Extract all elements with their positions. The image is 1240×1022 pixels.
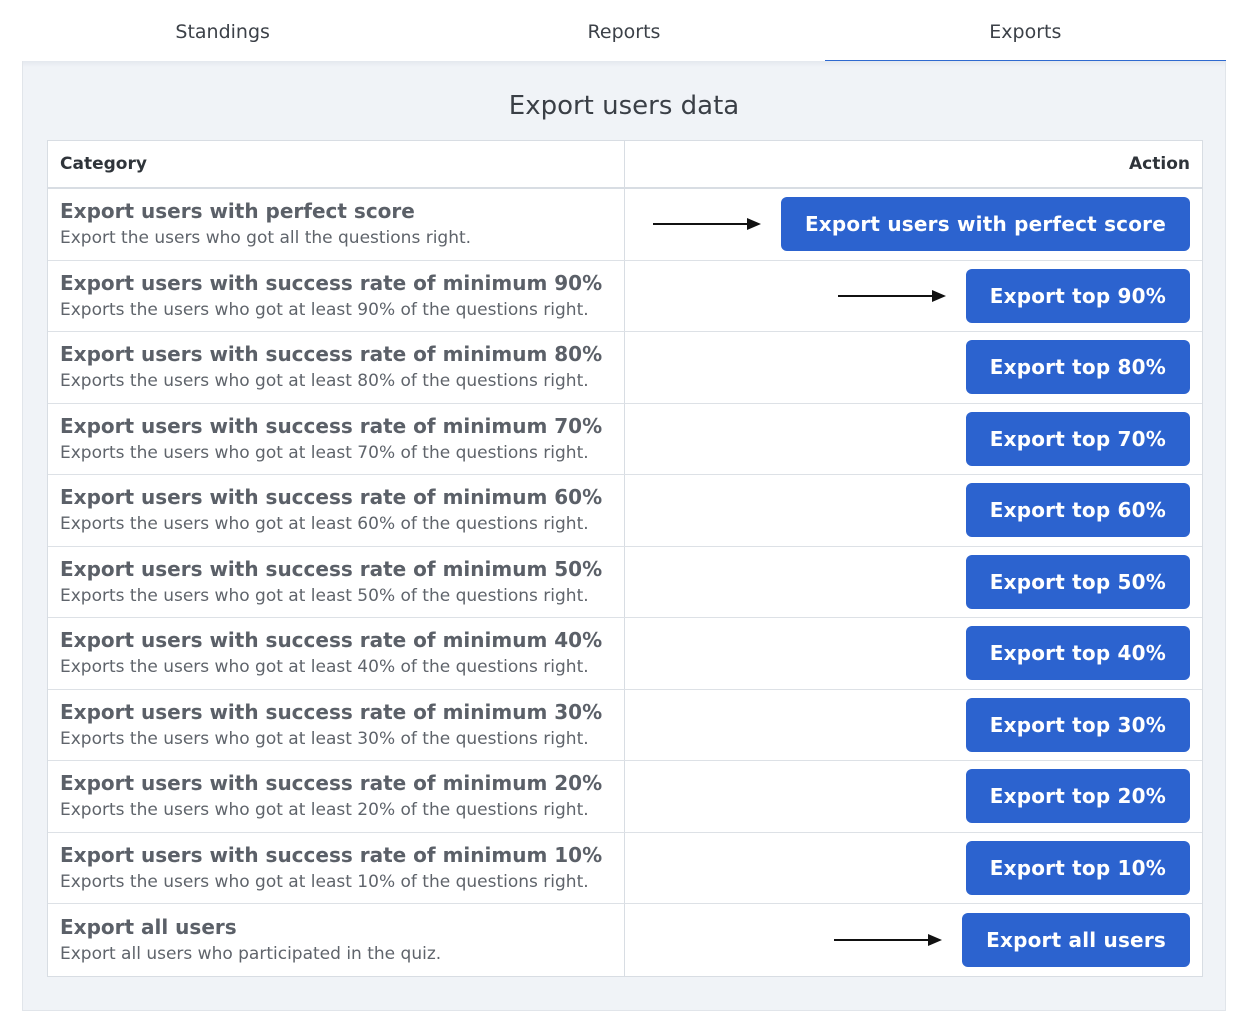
- action-cell: Export top 20%: [625, 761, 1202, 832]
- category-title: Export users with success rate of minimu…: [60, 413, 603, 438]
- category-description: Exports the users who got at least 90% o…: [60, 299, 589, 320]
- category-description: Exports the users who got at least 80% o…: [60, 371, 589, 392]
- category-description: Exports the users who got at least 60% o…: [60, 514, 589, 535]
- arrow-right-icon: [653, 218, 761, 231]
- category-title: Export users with success rate of minimu…: [60, 342, 603, 367]
- table-row: Export users with success rate of minimu…: [48, 260, 1202, 332]
- category-cell: Export all users Export all users who pa…: [48, 904, 625, 976]
- action-cell: Export all users: [625, 904, 1202, 976]
- category-description: Export the users who got all the questio…: [60, 228, 472, 249]
- table-row: Export users with perfect score Export t…: [48, 189, 1202, 261]
- action-cell: Export top 80%: [625, 332, 1202, 403]
- exports-table: Category Action Export users with perfec…: [47, 140, 1203, 977]
- action-cell: Export top 30%: [625, 690, 1202, 761]
- category-title: Export users with success rate of minimu…: [60, 270, 603, 295]
- column-header-action: Action: [1129, 154, 1190, 174]
- category-description: Exports the users who got at least 40% o…: [60, 657, 589, 678]
- tab-exports[interactable]: Exports: [824, 0, 1226, 63]
- table-row: Export users with success rate of minimu…: [48, 403, 1202, 475]
- category-description: Exports the users who got at least 70% o…: [60, 442, 589, 463]
- category-cell: Export users with success rate of minimu…: [48, 475, 625, 546]
- export-button[interactable]: Export top 50%: [965, 554, 1190, 609]
- category-cell: Export users with success rate of minimu…: [48, 761, 625, 832]
- export-button[interactable]: Export top 90%: [965, 268, 1190, 323]
- table-row: Export users with success rate of minimu…: [48, 475, 1202, 547]
- panel-title: Export users data: [508, 91, 740, 121]
- action-cell: Export top 10%: [625, 833, 1202, 904]
- category-description: Exports the users who got at least 20% o…: [60, 800, 589, 821]
- action-cell: Export top 70%: [625, 404, 1202, 475]
- table-row: Export users with success rate of minimu…: [48, 618, 1202, 690]
- tab-bar: Standings Reports Exports: [22, 0, 1226, 63]
- category-cell: Export users with perfect score Export t…: [48, 189, 625, 260]
- export-button[interactable]: Export top 80%: [965, 340, 1190, 395]
- table-body: Export users with perfect score Export t…: [48, 189, 1202, 976]
- export-button[interactable]: Export top 40%: [965, 626, 1190, 681]
- category-description: Exports the users who got at least 30% o…: [60, 728, 589, 749]
- category-cell: Export users with success rate of minimu…: [48, 546, 625, 617]
- tab-reports[interactable]: Reports: [423, 0, 824, 63]
- category-title: Export all users: [60, 914, 237, 939]
- category-title: Export users with success rate of minimu…: [60, 485, 603, 510]
- category-title: Export users with success rate of minimu…: [60, 556, 603, 581]
- export-button[interactable]: Export top 20%: [965, 769, 1190, 824]
- arrow-right-icon: [834, 933, 942, 946]
- action-cell: Export users with perfect score: [625, 189, 1202, 260]
- action-cell: Export top 40%: [625, 618, 1202, 689]
- tab-shadow: [23, 61, 1225, 67]
- export-button[interactable]: Export top 10%: [965, 840, 1190, 895]
- category-cell: Export users with success rate of minimu…: [48, 689, 625, 760]
- category-title: Export users with success rate of minimu…: [60, 771, 603, 796]
- action-cell: Export top 90%: [625, 261, 1202, 332]
- category-cell: Export users with success rate of minimu…: [48, 332, 625, 403]
- export-button[interactable]: Export all users: [962, 912, 1190, 967]
- table-row: Export users with success rate of minimu…: [48, 546, 1202, 618]
- category-title: Export users with success rate of minimu…: [60, 699, 603, 724]
- export-button[interactable]: Export top 60%: [965, 483, 1190, 538]
- category-description: Export all users who participated in the…: [60, 943, 442, 964]
- column-header-category: Category: [48, 141, 625, 187]
- category-title: Export users with success rate of minimu…: [60, 628, 603, 653]
- category-description: Exports the users who got at least 50% o…: [60, 585, 589, 606]
- category-cell: Export users with success rate of minimu…: [48, 260, 625, 331]
- category-description: Exports the users who got at least 10% o…: [60, 871, 589, 892]
- action-cell: Export top 60%: [625, 475, 1202, 546]
- category-title: Export users with perfect score: [60, 199, 415, 224]
- category-cell: Export users with success rate of minimu…: [48, 832, 625, 903]
- tab-standings[interactable]: Standings: [22, 0, 423, 63]
- category-cell: Export users with success rate of minimu…: [48, 403, 625, 474]
- table-row: Export users with success rate of minimu…: [48, 761, 1202, 833]
- export-button[interactable]: Export top 30%: [965, 697, 1190, 752]
- table-row: Export users with success rate of minimu…: [48, 832, 1202, 904]
- action-cell: Export top 50%: [625, 547, 1202, 618]
- category-cell: Export users with success rate of minimu…: [48, 618, 625, 689]
- exports-panel: Export users data Category Action Export…: [22, 61, 1226, 1011]
- table-row: Export all users Export all users who pa…: [48, 904, 1202, 976]
- table-header: Category Action: [48, 141, 1202, 189]
- table-row: Export users with success rate of minimu…: [48, 689, 1202, 761]
- export-button[interactable]: Export top 70%: [965, 411, 1190, 466]
- arrow-right-icon: [838, 289, 946, 302]
- export-button[interactable]: Export users with perfect score: [780, 197, 1190, 252]
- table-row: Export users with success rate of minimu…: [48, 332, 1202, 404]
- category-title: Export users with success rate of minimu…: [60, 842, 603, 867]
